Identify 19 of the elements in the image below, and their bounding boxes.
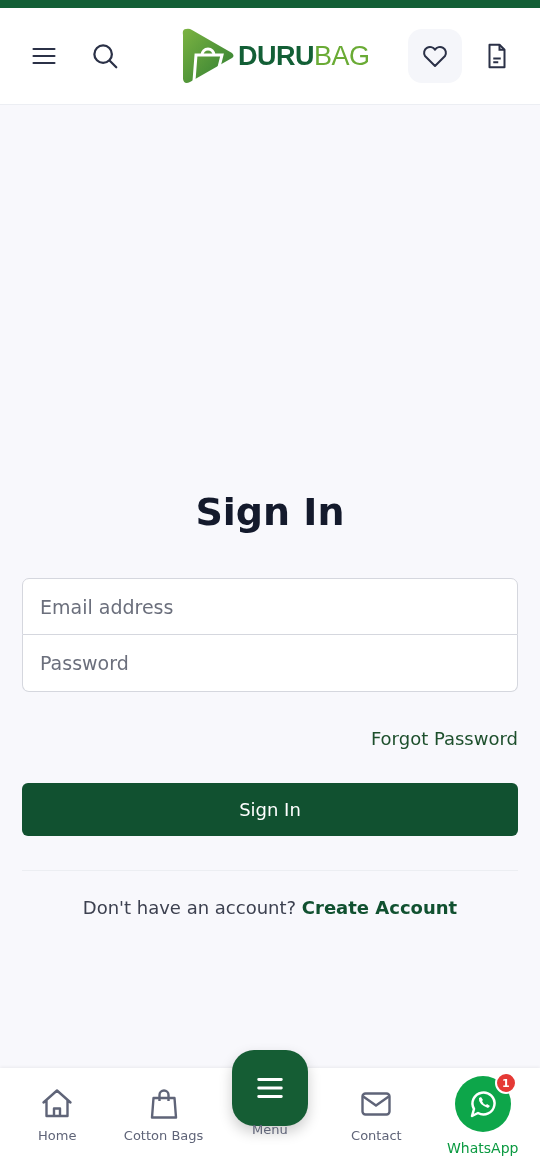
nav-label[interactable]: Home	[38, 1128, 77, 1143]
whatsapp-icon[interactable]	[454, 1076, 511, 1132]
nav-label[interactable]: Cotton Bags	[123, 1128, 204, 1143]
menu-button[interactable]	[231, 1050, 308, 1126]
sign-in-button[interactable]: Sign In	[22, 783, 518, 836]
input-field[interactable]: Password	[22, 635, 518, 692]
create-account-link[interactable]: Create Account	[301, 897, 458, 918]
nav-label[interactable]: Menu	[252, 1122, 288, 1137]
nav-label[interactable]: WhatsApp	[447, 1140, 519, 1156]
page-title: Sign In	[194, 490, 346, 534]
favorites-button[interactable]	[408, 29, 462, 83]
input-field[interactable]: Email address	[22, 578, 518, 635]
logo-icon	[182, 27, 234, 85]
notification-badge: 1	[494, 1072, 517, 1094]
search-icon[interactable]	[90, 41, 120, 71]
signup-prompt: Don't have an account?	[82, 897, 297, 918]
logo-text: DURUBAG	[238, 40, 370, 72]
forgot-password-link[interactable]: Forgot Password	[370, 728, 518, 749]
nav-label[interactable]: Contact	[351, 1128, 402, 1143]
